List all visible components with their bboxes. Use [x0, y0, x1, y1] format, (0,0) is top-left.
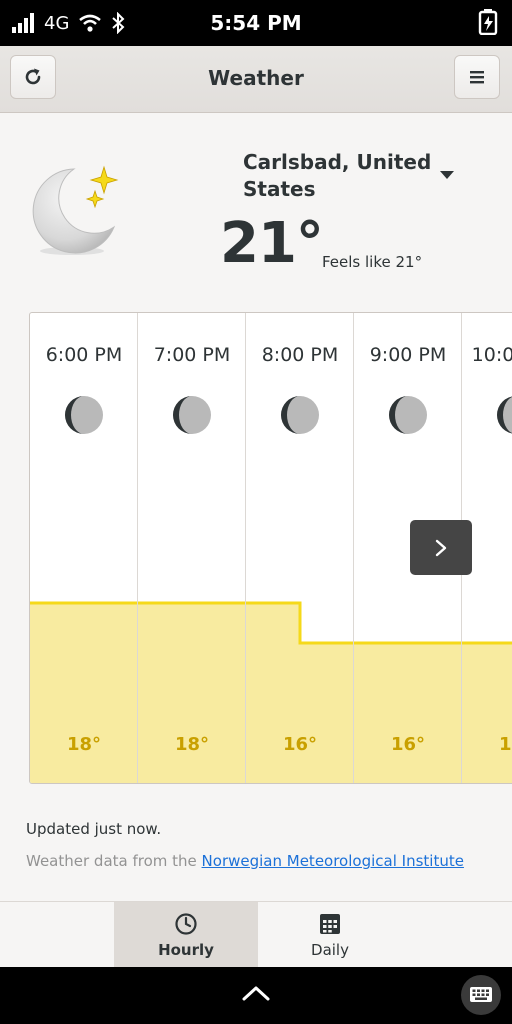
- hourly-temp: 16°: [390, 734, 426, 755]
- view-switcher: Hourly Daily: [0, 901, 512, 968]
- current-temperature: 21°: [220, 211, 324, 276]
- moon-icon: [388, 395, 428, 439]
- location-name[interactable]: Carlsbad, United States: [243, 149, 433, 203]
- attribution: Weather data from the Norwegian Meteorol…: [26, 852, 464, 870]
- hourly-temp: 18°: [174, 734, 210, 755]
- attribution-link[interactable]: Norwegian Meteorological Institute: [202, 852, 464, 870]
- chevron-up-icon[interactable]: [241, 984, 271, 1002]
- hourly-time: 10:00 PM: [471, 344, 512, 366]
- tab-daily[interactable]: Daily: [258, 902, 402, 968]
- menu-button[interactable]: [454, 55, 500, 99]
- moon-icon: [172, 395, 212, 439]
- hourly-column: 6:00 PM 18°: [30, 313, 138, 783]
- status-time: 5:54 PM: [210, 11, 302, 35]
- clear-night-icon: [28, 165, 124, 265]
- hourly-temp: 16°: [282, 734, 318, 755]
- hourly-temp: 16°: [498, 734, 512, 755]
- navigation-bar: [0, 967, 512, 1024]
- chevron-right-icon: [435, 539, 447, 556]
- updated-status: Updated just now.: [26, 820, 162, 838]
- hourly-temp: 18°: [66, 734, 102, 755]
- window-title: Weather: [208, 66, 304, 90]
- tab-daily-label: Daily: [311, 941, 349, 959]
- status-bar: 4G 5:54 PM: [0, 0, 512, 46]
- attribution-prefix: Weather data from the: [26, 852, 202, 870]
- moon-icon: [496, 395, 512, 439]
- header-bar: Weather: [0, 46, 512, 113]
- scroll-next-button[interactable]: [410, 520, 472, 575]
- clock-icon: [175, 913, 197, 935]
- location-dropdown-icon[interactable]: [440, 171, 454, 179]
- moon-icon: [64, 395, 104, 439]
- feels-like: Feels like 21°: [322, 253, 423, 271]
- battery-charging-icon: [478, 9, 500, 39]
- menu-icon: [470, 71, 484, 84]
- moon-icon: [280, 395, 320, 439]
- hourly-column: 8:00 PM 16°: [246, 313, 354, 783]
- hourly-time: 9:00 PM: [369, 344, 447, 366]
- calendar-icon: [320, 914, 340, 934]
- hourly-time: 6:00 PM: [45, 344, 123, 366]
- hourly-column: 7:00 PM 18°: [138, 313, 246, 783]
- tab-hourly[interactable]: Hourly: [114, 902, 258, 968]
- keyboard-icon: [461, 975, 501, 1015]
- tab-hourly-label: Hourly: [158, 941, 214, 959]
- hourly-time: 8:00 PM: [261, 344, 339, 366]
- keyboard-button[interactable]: [460, 974, 502, 1020]
- current-conditions: Carlsbad, United States 21° Feels like 2…: [0, 113, 512, 303]
- hourly-time: 7:00 PM: [153, 344, 231, 366]
